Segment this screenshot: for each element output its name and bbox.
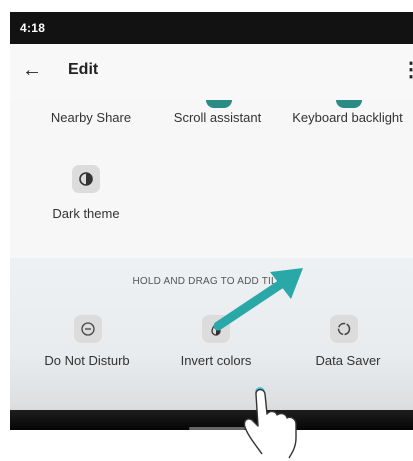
tile-label-scroll-assistant[interactable]: Scroll assistant <box>155 110 280 125</box>
scroll-assistant-icon[interactable] <box>206 100 232 108</box>
app-bar: ← Edit ⋮ <box>10 44 413 100</box>
tile-label-invert-colors[interactable]: Invert colors <box>160 353 272 368</box>
do-not-disturb-icon[interactable] <box>74 315 102 343</box>
keyboard-backlight-icon[interactable] <box>336 100 362 108</box>
phone-screen: 4:18 ← Edit ⋮ Nearby Share Scroll assist… <box>10 12 413 430</box>
status-time: 4:18 <box>20 21 46 35</box>
page-title: Edit <box>68 61 99 78</box>
more-vert-icon[interactable]: ⋮ <box>401 58 413 82</box>
tile-label-dark-theme[interactable]: Dark theme <box>30 206 142 221</box>
dark-theme-icon[interactable] <box>72 165 100 193</box>
tile-label-data-saver[interactable]: Data Saver <box>290 353 406 368</box>
tile-label-do-not-disturb[interactable]: Do Not Disturb <box>30 353 144 368</box>
status-bar: 4:18 <box>10 12 413 44</box>
tile-label-nearby-share[interactable]: Nearby Share <box>30 110 152 125</box>
tile-label-keyboard-backlight[interactable]: Keyboard backlight <box>282 110 413 125</box>
drag-hint: HOLD AND DRAG TO ADD TILES <box>132 276 291 287</box>
arrow-left-icon[interactable]: ← <box>22 60 42 80</box>
home-indicator[interactable] <box>189 427 245 430</box>
data-saver-icon[interactable] <box>330 315 358 343</box>
